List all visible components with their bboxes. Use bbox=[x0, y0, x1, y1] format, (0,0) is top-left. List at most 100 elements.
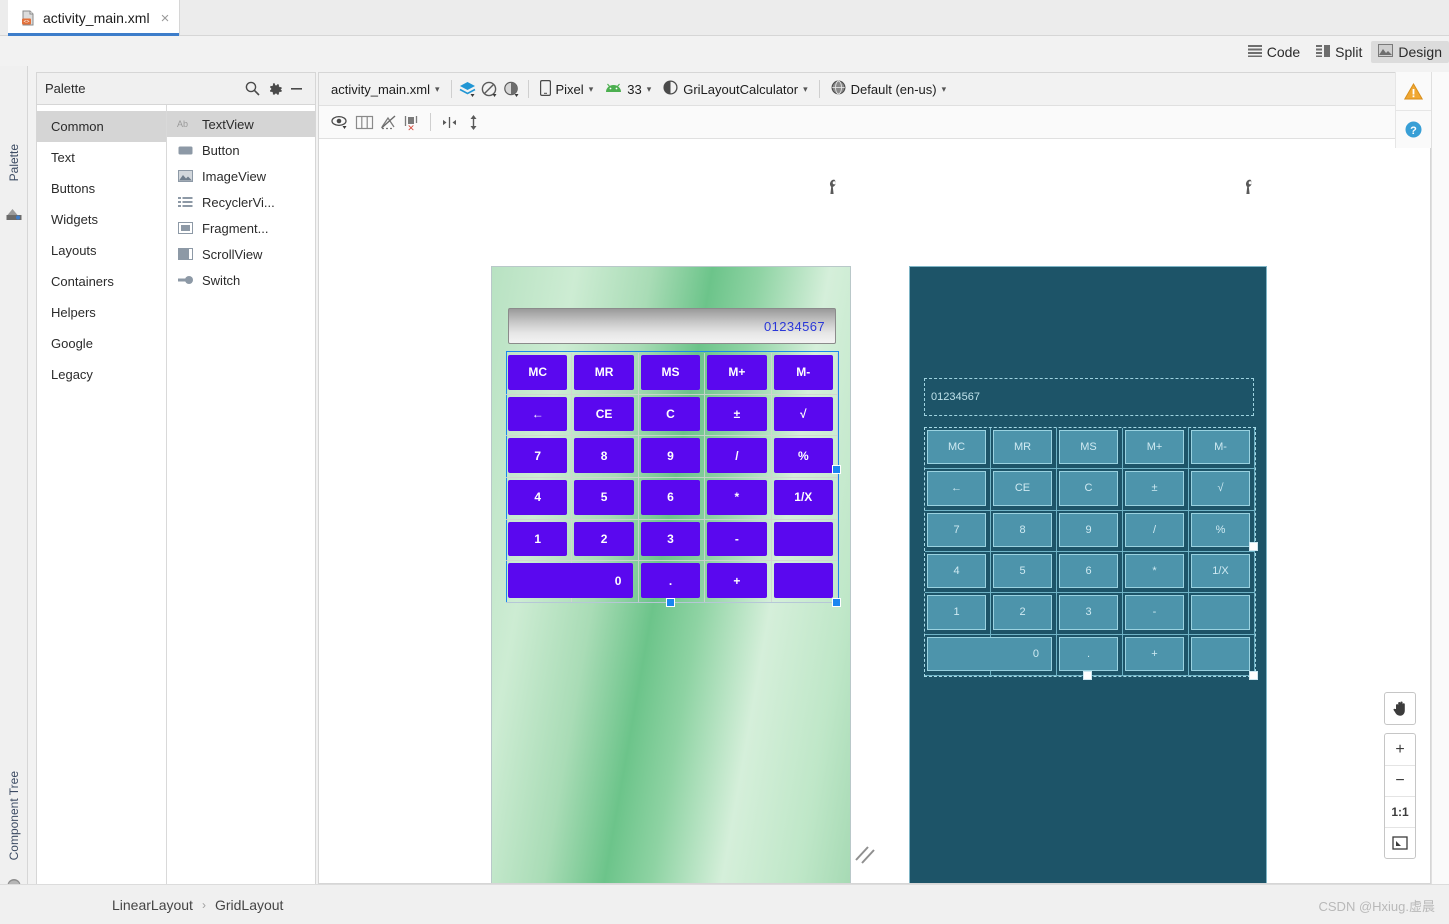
calc-key-subtract[interactable]: - bbox=[707, 521, 767, 557]
close-icon[interactable]: × bbox=[161, 11, 170, 26]
render-settings-wrench-icon[interactable] bbox=[825, 179, 839, 195]
palette-widget-textview[interactable]: Ab TextView bbox=[167, 111, 315, 137]
grid-cell[interactable]: 1/X bbox=[771, 478, 838, 520]
grid-cell[interactable]: 8 bbox=[572, 436, 639, 478]
palette-category-widgets[interactable]: Widgets bbox=[37, 204, 166, 235]
grid-columns-icon[interactable] bbox=[353, 111, 375, 133]
calc-key-reciprocal[interactable]: 1/X bbox=[773, 480, 833, 515]
calc-key-m-plus[interactable]: M+ bbox=[1125, 430, 1184, 465]
calc-key-blank[interactable] bbox=[1191, 595, 1250, 630]
calc-key-decimal[interactable]: . bbox=[1059, 636, 1118, 671]
tab-code[interactable]: Code bbox=[1241, 41, 1307, 63]
calc-key-1[interactable]: 1 bbox=[508, 521, 568, 557]
view-options-eye-icon[interactable] bbox=[329, 111, 351, 133]
grid-cell[interactable]: 7 bbox=[925, 510, 991, 552]
calculator-grid-blueprint[interactable]: MC MR MS M+ M- ← CE C ± √ 7 8 9 / % 4 5 … bbox=[924, 427, 1256, 677]
calc-key-6[interactable]: 6 bbox=[640, 480, 701, 515]
palette-widget-recyclerview[interactable]: RecyclerVi... bbox=[167, 189, 315, 215]
grid-cell[interactable]: 0 bbox=[925, 634, 1052, 676]
calc-key-blank[interactable] bbox=[773, 521, 833, 557]
calc-key-7[interactable]: 7 bbox=[927, 512, 986, 547]
calc-key-subtract[interactable]: - bbox=[1125, 595, 1184, 630]
calc-key-mr[interactable]: MR bbox=[574, 355, 634, 390]
grid-cell[interactable]: MC bbox=[506, 353, 573, 395]
calculator-grid-render[interactable]: MC MR MS M+ M- ← CE C ± √ 7 8 9 / % 4 5 … bbox=[506, 353, 838, 603]
palette-category-common[interactable]: Common bbox=[37, 111, 166, 142]
orientation-icon[interactable] bbox=[479, 78, 501, 100]
device-preview-blueprint[interactable]: 01234567 MC MR MS M+ M- ← CE C ± √ 7 8 9 bbox=[909, 266, 1267, 883]
grid-cell[interactable]: 9 bbox=[638, 436, 706, 478]
calc-key-m-minus[interactable]: M- bbox=[773, 355, 833, 390]
resize-handle[interactable] bbox=[1249, 671, 1258, 680]
tab-design[interactable]: Design bbox=[1371, 41, 1449, 63]
search-icon[interactable] bbox=[241, 78, 263, 100]
grid-cell[interactable]: 7 bbox=[506, 436, 573, 478]
calc-key-mc[interactable]: MC bbox=[508, 355, 568, 390]
grid-cell[interactable]: 9 bbox=[1057, 510, 1123, 552]
breadcrumb-item-linearlayout[interactable]: LinearLayout bbox=[112, 897, 193, 913]
zoom-fit-button[interactable] bbox=[1385, 827, 1415, 858]
calculator-display[interactable]: 01234567 bbox=[508, 308, 836, 344]
grid-cell[interactable]: MR bbox=[572, 353, 639, 395]
calc-key-ce[interactable]: CE bbox=[993, 471, 1052, 506]
calc-key-divide[interactable]: / bbox=[1125, 512, 1184, 547]
calc-key-percent[interactable]: % bbox=[1191, 512, 1250, 547]
locale-selector[interactable]: Default (en-us) ▾ bbox=[825, 77, 953, 101]
align-horizontal-icon[interactable] bbox=[438, 111, 460, 133]
grid-cell[interactable]: M+ bbox=[1123, 428, 1189, 470]
grid-cell[interactable]: MR bbox=[991, 428, 1057, 470]
hide-constraints-icon[interactable] bbox=[377, 111, 399, 133]
grid-cell[interactable]: / bbox=[705, 436, 772, 478]
calc-key-add[interactable]: + bbox=[1125, 636, 1184, 671]
calc-key-blank[interactable] bbox=[1191, 636, 1250, 671]
grid-cell[interactable]: + bbox=[1123, 634, 1189, 676]
calc-key-4[interactable]: 4 bbox=[508, 480, 568, 515]
sidebar-item-palette[interactable]: Palette bbox=[7, 144, 21, 181]
grid-cell[interactable] bbox=[771, 561, 838, 603]
calc-key-2[interactable]: 2 bbox=[574, 521, 634, 557]
grid-cell[interactable]: MS bbox=[638, 353, 706, 395]
calc-key-ce[interactable]: CE bbox=[574, 396, 634, 432]
night-mode-icon[interactable] bbox=[501, 78, 523, 100]
calc-key-sqrt[interactable]: √ bbox=[773, 396, 833, 432]
grid-cell[interactable]: M- bbox=[771, 353, 838, 395]
resize-handle[interactable] bbox=[1083, 671, 1092, 680]
calc-key-9[interactable]: 9 bbox=[640, 438, 701, 473]
calc-key-reciprocal[interactable]: 1/X bbox=[1191, 553, 1250, 589]
palette-category-text[interactable]: Text bbox=[37, 142, 166, 173]
grid-cell[interactable]: 8 bbox=[991, 510, 1057, 552]
grid-cell[interactable]: √ bbox=[771, 394, 838, 437]
calc-key-7[interactable]: 7 bbox=[508, 438, 568, 473]
calc-key-divide[interactable]: / bbox=[707, 438, 767, 473]
calc-key-c[interactable]: C bbox=[640, 396, 701, 432]
palette-widget-imageview[interactable]: ImageView bbox=[167, 163, 315, 189]
grid-cell[interactable]: / bbox=[1123, 510, 1189, 552]
calc-key-1[interactable]: 1 bbox=[927, 595, 986, 630]
calc-key-decimal[interactable]: . bbox=[640, 563, 701, 598]
grid-cell[interactable]: * bbox=[1123, 551, 1189, 594]
calc-key-4[interactable]: 4 bbox=[927, 553, 986, 589]
grid-cell[interactable]: CE bbox=[572, 394, 639, 437]
calc-key-multiply[interactable]: * bbox=[707, 480, 767, 515]
grid-cell[interactable]: * bbox=[705, 478, 772, 520]
grid-cell[interactable]: % bbox=[1189, 510, 1255, 552]
calc-key-ms[interactable]: MS bbox=[640, 355, 701, 390]
device-selector[interactable]: Pixel ▾ bbox=[534, 77, 600, 101]
calc-key-3[interactable]: 3 bbox=[640, 521, 701, 557]
palette-widget-button[interactable]: Button bbox=[167, 137, 315, 163]
calc-key-5[interactable]: 5 bbox=[993, 553, 1052, 589]
calc-key-add[interactable]: + bbox=[707, 563, 767, 598]
grid-cell[interactable]: 2 bbox=[572, 519, 639, 562]
grid-cell[interactable]: - bbox=[1123, 593, 1189, 635]
grid-cell[interactable]: 3 bbox=[1057, 593, 1123, 635]
palette-widget-switch[interactable]: Switch bbox=[167, 267, 315, 293]
resize-handle[interactable] bbox=[832, 598, 841, 607]
grid-cell[interactable]: % bbox=[771, 436, 838, 478]
grid-cell[interactable]: . bbox=[638, 561, 706, 603]
calc-key-m-minus[interactable]: M- bbox=[1191, 430, 1250, 465]
grid-cell[interactable]: MS bbox=[1057, 428, 1123, 470]
zoom-in-button[interactable]: + bbox=[1385, 734, 1415, 765]
grid-cell[interactable]: M- bbox=[1189, 428, 1255, 470]
calc-key-2[interactable]: 2 bbox=[993, 595, 1052, 630]
calc-key-multiply[interactable]: * bbox=[1125, 553, 1184, 589]
